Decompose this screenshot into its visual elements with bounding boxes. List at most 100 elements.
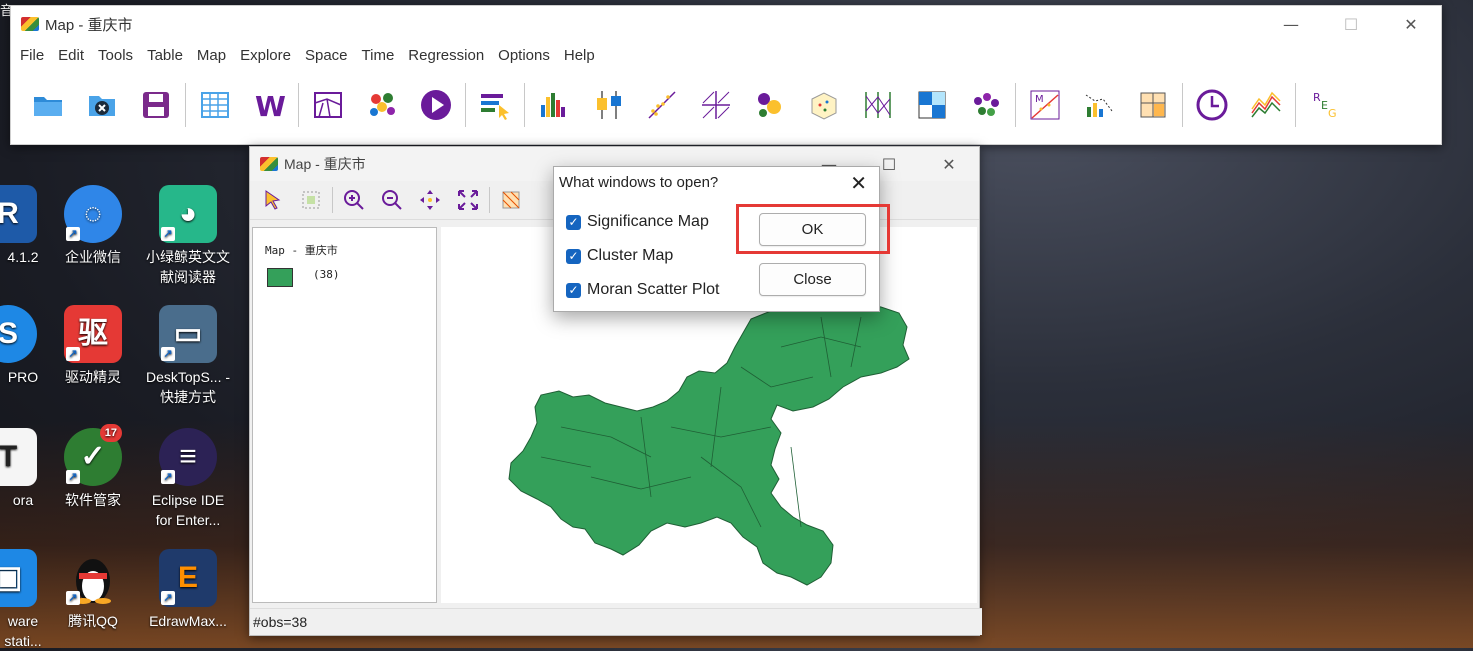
- menu-help[interactable]: Help: [559, 47, 604, 64]
- significance-map-checkbox[interactable]: ✓ Significance Map: [566, 213, 709, 231]
- desktop-icon-vmware[interactable]: ▣ ware stati...: [0, 549, 54, 651]
- pan-icon[interactable]: [411, 183, 449, 217]
- cluster-map-icon[interactable]: [355, 78, 409, 132]
- save-icon[interactable]: [129, 78, 183, 132]
- edrawmax-icon: E ↗: [159, 549, 217, 607]
- main-toolbar: W M REG: [21, 78, 1352, 132]
- toolbar-separator: [332, 187, 333, 213]
- legend-pane: Map - 重庆市 (38): [252, 227, 437, 603]
- vmware-icon: ▣: [0, 549, 37, 607]
- desktop-icon-r[interactable]: R 4.1.2: [0, 185, 54, 267]
- ok-button-highlight: [736, 204, 890, 254]
- zoom-out-icon[interactable]: [373, 183, 411, 217]
- select-pointer-icon[interactable]: [254, 183, 292, 217]
- notification-badge: 17: [99, 424, 122, 442]
- desktop-icon-label: 企业微信: [65, 249, 121, 265]
- time-icon[interactable]: [1185, 78, 1239, 132]
- minimize-icon[interactable]: —: [1261, 6, 1321, 42]
- penguin-icon: ↗: [64, 549, 122, 607]
- regression-icon[interactable]: REG: [1298, 78, 1352, 132]
- desktop-icon-desktops[interactable]: ▭ ↗ DeskTopS... - 快捷方式: [142, 305, 234, 407]
- r-icon: R: [0, 185, 37, 243]
- scatter-plot-icon[interactable]: [635, 78, 689, 132]
- toolbar-separator: [1295, 83, 1296, 127]
- lisa-icon[interactable]: [1072, 78, 1126, 132]
- close-icon[interactable]: ✕: [1381, 6, 1441, 42]
- 3d-plot-icon[interactable]: [797, 78, 851, 132]
- weights-icon[interactable]: W: [242, 78, 296, 132]
- dialog-title: What windows to open?: [559, 174, 719, 191]
- menu-time[interactable]: Time: [357, 47, 404, 64]
- selection-mode-icon[interactable]: [292, 183, 330, 217]
- main-window: Map - 重庆市 — ☐ ✕ File Edit Tools Table Ma…: [10, 5, 1442, 145]
- legend-swatch[interactable]: [267, 268, 293, 287]
- bubble-chart-icon[interactable]: [743, 78, 797, 132]
- svg-text:E: E: [1321, 99, 1328, 112]
- toolbar-separator: [1182, 83, 1183, 127]
- menu-edit[interactable]: Edit: [53, 47, 93, 64]
- menu-options[interactable]: Options: [493, 47, 559, 64]
- monitor-icon: ▭ ↗: [159, 305, 217, 363]
- conditional-map-icon[interactable]: [905, 78, 959, 132]
- checkbox-checked-icon[interactable]: ✓: [566, 282, 581, 298]
- cartogram-icon[interactable]: [1126, 78, 1180, 132]
- toolbar-separator: [185, 83, 186, 127]
- checkbox-checked-icon[interactable]: ✓: [566, 248, 581, 264]
- zoom-in-icon[interactable]: [335, 183, 373, 217]
- menu-table[interactable]: Table: [142, 47, 192, 64]
- map-icon[interactable]: [301, 78, 355, 132]
- line-chart-icon[interactable]: [1239, 78, 1293, 132]
- parallel-coordinate-icon[interactable]: [851, 78, 905, 132]
- typora-icon: T: [0, 428, 37, 486]
- close-icon[interactable]: ✕: [919, 147, 979, 181]
- svg-text:W: W: [255, 90, 286, 123]
- pro-icon: S: [0, 305, 37, 363]
- desktop-icon-edrawmax[interactable]: E ↗ EdrawMax...: [142, 549, 234, 631]
- play-icon[interactable]: [409, 78, 463, 132]
- window-controls: — ☐ ✕: [1261, 6, 1441, 42]
- menu-space[interactable]: Space: [300, 47, 357, 64]
- checkbox-checked-icon[interactable]: ✓: [566, 214, 581, 230]
- toolbar-separator: [298, 83, 299, 127]
- histogram-icon[interactable]: [527, 78, 581, 132]
- dialog-close-icon[interactable]: ✕: [850, 171, 867, 196]
- map-layer-icon[interactable]: [492, 183, 530, 217]
- toolbar-separator: [465, 83, 466, 127]
- desktop-icon-qq[interactable]: ↗ 腾讯QQ: [47, 549, 139, 631]
- moran-scatter-plot-label: Moran Scatter Plot: [587, 281, 720, 298]
- desktop-icon-software-manager[interactable]: ✓ ↗ 17 软件管家: [47, 424, 139, 510]
- full-extent-icon[interactable]: [449, 183, 487, 217]
- table-icon[interactable]: [188, 78, 242, 132]
- scatter-matrix-icon[interactable]: [689, 78, 743, 132]
- moran-scatter-icon[interactable]: M: [1018, 78, 1072, 132]
- desktop-icon-eclipse[interactable]: ≡ ↗ Eclipse IDE for Enter...: [142, 428, 234, 530]
- menu-tools[interactable]: Tools: [93, 47, 142, 64]
- cluster-icon[interactable]: [959, 78, 1013, 132]
- cluster-map-checkbox[interactable]: ✓ Cluster Map: [566, 247, 673, 265]
- open-folder-icon[interactable]: [21, 78, 75, 132]
- desktop-icon-label: EdrawMax...: [149, 613, 227, 629]
- desktop-icon-label: Eclipse IDE for Enter...: [151, 492, 225, 528]
- moran-scatter-plot-checkbox[interactable]: ✓ Moran Scatter Plot: [566, 281, 720, 299]
- legend-count: (38): [313, 268, 340, 281]
- close-file-icon[interactable]: [75, 78, 129, 132]
- desktop-icon-label: ora: [12, 492, 34, 508]
- close-button[interactable]: Close: [759, 263, 866, 296]
- menu-map[interactable]: Map: [192, 47, 235, 64]
- cluster-map-label: Cluster Map: [587, 247, 674, 264]
- software-manager-icon: ✓ ↗ 17: [64, 424, 122, 486]
- menu-regression[interactable]: Regression: [403, 47, 493, 64]
- menu-explore[interactable]: Explore: [235, 47, 300, 64]
- desktop-icon-wecom[interactable]: ◌ ↗ 企业微信: [47, 185, 139, 267]
- boxplot-icon[interactable]: [581, 78, 635, 132]
- desktop-icon-pro[interactable]: S PRO: [0, 305, 54, 387]
- category-icon[interactable]: [468, 78, 522, 132]
- maximize-icon[interactable]: ☐: [1321, 6, 1381, 42]
- desktop-icon-typora[interactable]: T ora: [0, 428, 54, 510]
- toolbar-separator: [524, 83, 525, 127]
- desktop-icon-driver-genius[interactable]: 驱 ↗ 驱动精灵: [47, 305, 139, 387]
- desktop-icon-whale-reader[interactable]: ◕ ↗ 小绿鲸英文文献阅读器: [142, 185, 234, 287]
- significance-map-label: Significance Map: [587, 213, 709, 230]
- app-logo-icon: [21, 17, 39, 31]
- menu-file[interactable]: File: [15, 47, 53, 64]
